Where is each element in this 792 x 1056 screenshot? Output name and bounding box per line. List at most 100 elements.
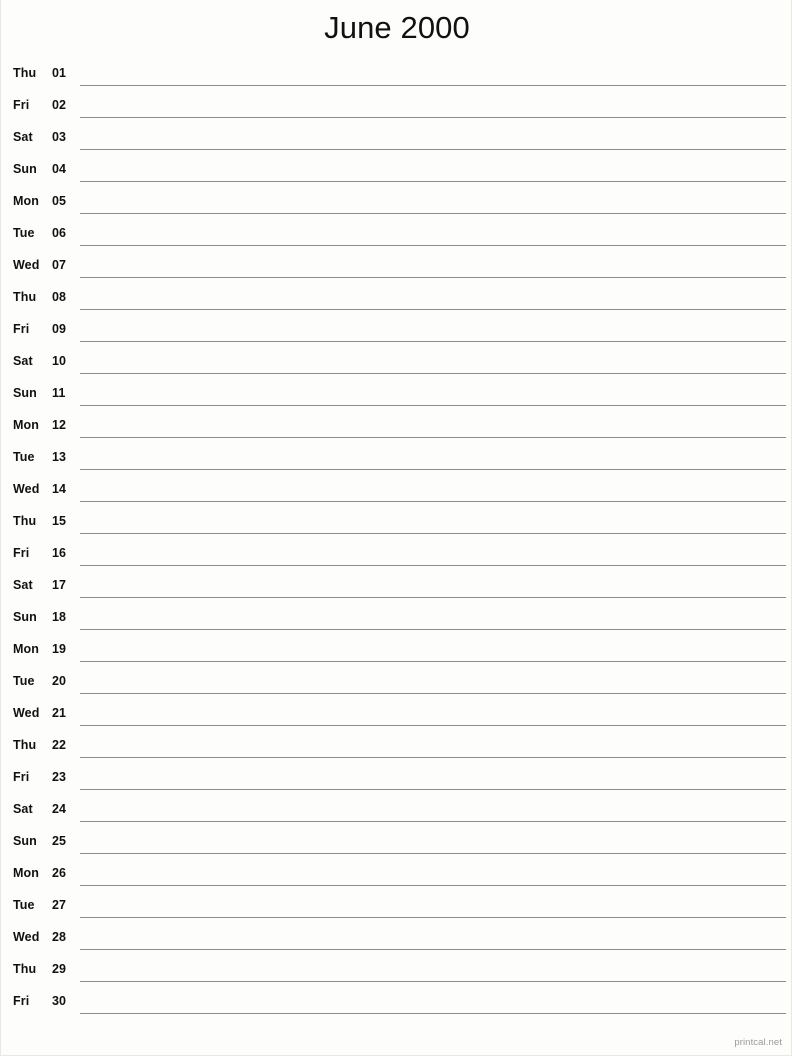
note-writing-line[interactable] — [80, 565, 786, 566]
day-number-label: 27 — [52, 898, 67, 912]
day-row: Mon 19 — [1, 636, 792, 668]
note-writing-line[interactable] — [80, 85, 786, 86]
day-number-label: 04 — [52, 162, 67, 176]
note-writing-line[interactable] — [80, 789, 786, 790]
day-row: Thu 15 — [1, 508, 792, 540]
day-of-week-label: Fri — [13, 770, 30, 784]
day-of-week-label: Sun — [13, 162, 37, 176]
day-row: Tue 20 — [1, 668, 792, 700]
day-of-week-label: Sat — [13, 130, 33, 144]
note-writing-line[interactable] — [80, 853, 786, 854]
note-writing-line[interactable] — [80, 117, 786, 118]
day-number-label: 11 — [52, 386, 66, 400]
day-row: Thu 08 — [1, 284, 792, 316]
day-number-label: 30 — [52, 994, 67, 1008]
day-number-label: 14 — [52, 482, 67, 496]
day-number-label: 01 — [52, 66, 67, 80]
day-row: Fri 09 — [1, 316, 792, 348]
day-of-week-label: Wed — [13, 930, 40, 944]
note-writing-line[interactable] — [80, 885, 786, 886]
day-row: Thu 01 — [1, 60, 792, 92]
day-number-label: 09 — [52, 322, 67, 336]
day-number-label: 26 — [52, 866, 67, 880]
day-row: Sun 04 — [1, 156, 792, 188]
day-of-week-label: Sat — [13, 578, 33, 592]
day-of-week-label: Mon — [13, 642, 39, 656]
day-row: Sun 25 — [1, 828, 792, 860]
note-writing-line[interactable] — [80, 245, 786, 246]
day-of-week-label: Wed — [13, 258, 40, 272]
day-of-week-label: Fri — [13, 994, 30, 1008]
note-writing-line[interactable] — [80, 693, 786, 694]
note-writing-line[interactable] — [80, 757, 786, 758]
day-of-week-label: Tue — [13, 226, 35, 240]
day-number-label: 21 — [52, 706, 67, 720]
day-of-week-label: Thu — [13, 738, 37, 752]
note-writing-line[interactable] — [80, 981, 786, 982]
note-writing-line[interactable] — [80, 661, 786, 662]
day-of-week-label: Mon — [13, 418, 39, 432]
note-writing-line[interactable] — [80, 949, 786, 950]
day-of-week-label: Sat — [13, 354, 33, 368]
note-writing-line[interactable] — [80, 501, 786, 502]
day-of-week-label: Sat — [13, 802, 33, 816]
day-number-label: 16 — [52, 546, 67, 560]
day-of-week-label: Sun — [13, 386, 37, 400]
day-number-label: 07 — [52, 258, 67, 272]
day-number-label: 03 — [52, 130, 67, 144]
day-row: Wed 28 — [1, 924, 792, 956]
note-writing-line[interactable] — [80, 405, 786, 406]
day-number-label: 05 — [52, 194, 67, 208]
day-number-label: 23 — [52, 770, 67, 784]
day-number-label: 08 — [52, 290, 67, 304]
note-writing-line[interactable] — [80, 917, 786, 918]
day-of-week-label: Fri — [13, 98, 30, 112]
day-of-week-label: Tue — [13, 674, 35, 688]
day-row: Tue 06 — [1, 220, 792, 252]
day-row: Wed 14 — [1, 476, 792, 508]
footer-branding: printcal.net — [734, 1037, 782, 1048]
note-writing-line[interactable] — [80, 533, 786, 534]
page-title: June 2000 — [324, 10, 470, 45]
note-writing-line[interactable] — [80, 341, 786, 342]
day-row: Sat 17 — [1, 572, 792, 604]
day-number-label: 28 — [52, 930, 67, 944]
day-row: Mon 26 — [1, 860, 792, 892]
day-of-week-label: Tue — [13, 898, 35, 912]
note-writing-line[interactable] — [80, 597, 786, 598]
day-of-week-label: Wed — [13, 706, 40, 720]
day-of-week-label: Sun — [13, 610, 37, 624]
day-row: Tue 27 — [1, 892, 792, 924]
note-writing-line[interactable] — [80, 309, 786, 310]
note-writing-line[interactable] — [80, 277, 786, 278]
day-row: Sun 18 — [1, 604, 792, 636]
note-writing-line[interactable] — [80, 149, 786, 150]
day-number-label: 10 — [52, 354, 67, 368]
note-writing-line[interactable] — [80, 821, 786, 822]
day-row: Fri 16 — [1, 540, 792, 572]
note-writing-line[interactable] — [80, 437, 786, 438]
day-number-label: 13 — [52, 450, 67, 464]
note-writing-line[interactable] — [80, 1013, 786, 1014]
day-row: Mon 05 — [1, 188, 792, 220]
day-row: Wed 21 — [1, 700, 792, 732]
day-number-label: 25 — [52, 834, 67, 848]
note-writing-line[interactable] — [80, 629, 786, 630]
day-of-week-label: Tue — [13, 450, 35, 464]
day-of-week-label: Thu — [13, 514, 37, 528]
note-writing-line[interactable] — [80, 725, 786, 726]
day-number-label: 18 — [52, 610, 67, 624]
day-row: Sat 24 — [1, 796, 792, 828]
note-writing-line[interactable] — [80, 181, 786, 182]
day-row: Fri 30 — [1, 988, 792, 1020]
day-row: Thu 22 — [1, 732, 792, 764]
day-row: Thu 29 — [1, 956, 792, 988]
day-number-label: 20 — [52, 674, 67, 688]
note-writing-line[interactable] — [80, 213, 786, 214]
day-of-week-label: Thu — [13, 66, 37, 80]
note-writing-line[interactable] — [80, 469, 786, 470]
day-of-week-label: Wed — [13, 482, 40, 496]
note-writing-line[interactable] — [80, 373, 786, 374]
day-number-label: 22 — [52, 738, 67, 752]
day-row: Mon 12 — [1, 412, 792, 444]
